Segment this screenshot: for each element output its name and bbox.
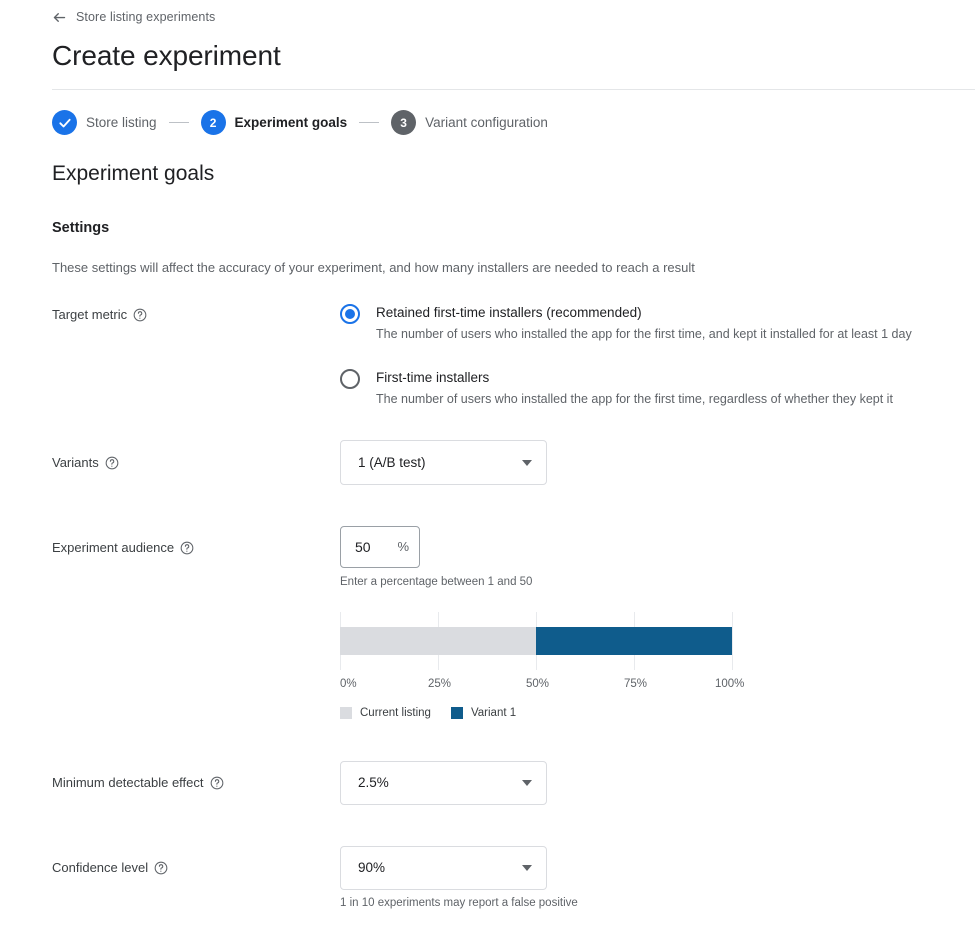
confidence-level-helper: 1 in 10 experiments may report a false p… — [340, 897, 578, 909]
legend-swatch-current-listing — [340, 707, 352, 719]
audience-split-chart — [340, 612, 733, 670]
legend-item-variant-1: Variant 1 — [450, 705, 517, 721]
radio-mark-selected[interactable] — [340, 304, 360, 324]
chart-x-axis: 0% 25% 50% 75% 100% — [340, 676, 744, 692]
chevron-down-icon — [522, 459, 532, 466]
check-icon — [58, 118, 71, 127]
radio-option-retained-first-time-installers[interactable]: Retained first-time installers (recommen… — [340, 303, 912, 343]
x-tick-25: 25% — [428, 678, 452, 690]
x-tick-75: 75% — [624, 678, 648, 690]
radio-option-2-title: First-time installers — [376, 370, 490, 385]
minimum-detectable-effect-label: Minimum detectable effect — [52, 774, 224, 792]
breadcrumb[interactable]: Store listing experiments — [52, 9, 215, 25]
step-connector-2 — [359, 122, 380, 123]
step-1-badge — [52, 110, 77, 135]
stepper: Store listing 2 Experiment goals 3 Varia… — [52, 110, 548, 135]
help-icon[interactable] — [180, 541, 194, 555]
step-experiment-goals[interactable]: 2 Experiment goals — [200, 110, 348, 135]
confidence-level-value: 90% — [358, 860, 386, 875]
experiment-audience-label: Experiment audience — [52, 539, 194, 557]
chevron-down-icon — [522, 865, 532, 871]
step-connector-1 — [168, 122, 189, 123]
page-title: Create experiment — [52, 40, 281, 71]
experiment-audience-value: 50 — [355, 539, 371, 555]
minimum-detectable-effect-select[interactable]: 2.5% — [340, 761, 547, 805]
x-tick-100: 100% — [715, 678, 745, 690]
help-icon[interactable] — [154, 861, 168, 875]
help-icon[interactable] — [105, 456, 119, 470]
variants-label-text: Variants — [52, 455, 99, 470]
settings-description: These settings will affect the accuracy … — [52, 260, 695, 275]
minimum-detectable-effect-value: 2.5% — [358, 775, 389, 790]
step-variant-configuration[interactable]: 3 Variant configuration — [391, 110, 548, 135]
help-icon[interactable] — [210, 776, 224, 790]
bar-segment-current-listing — [340, 627, 536, 655]
minimum-detectable-effect-label-text: Minimum detectable effect — [52, 775, 204, 790]
variants-select-value: 1 (A/B test) — [358, 454, 426, 470]
settings-heading: Settings — [52, 220, 110, 236]
legend-swatch-variant-1 — [450, 707, 463, 719]
confidence-level-label: Confidence level — [52, 859, 168, 877]
radio-mark-unselected[interactable] — [340, 369, 360, 389]
radio-option-1-description: The number of users who installed the ap… — [376, 327, 912, 341]
breadcrumb-label: Store listing experiments — [76, 10, 216, 24]
chevron-down-icon — [522, 780, 532, 786]
legend-label-current-listing: Current listing — [360, 707, 431, 719]
step-1-label: Store listing — [86, 114, 157, 130]
bar-segment-variant-1 — [536, 627, 732, 655]
target-metric-label: Target metric — [52, 306, 147, 324]
step-3-label: Variant configuration — [425, 114, 548, 130]
step-2-label: Experiment goals — [234, 114, 348, 130]
header-divider — [52, 89, 975, 90]
radio-option-first-time-installers[interactable]: First-time installers The number of user… — [340, 368, 912, 408]
legend-label-variant-1: Variant 1 — [470, 707, 517, 719]
experiment-audience-input[interactable]: 50 % — [340, 526, 420, 568]
stacked-bar — [340, 627, 732, 655]
section-title: Experiment goals — [52, 162, 215, 185]
experiment-audience-label-text: Experiment audience — [52, 540, 175, 555]
step-3-badge: 3 — [391, 110, 417, 135]
chart-legend: Current listing Variant 1 — [340, 705, 516, 721]
radio-option-1-title: Retained first-time installers (recommen… — [376, 305, 642, 320]
target-metric-radio-group: Retained first-time installers (recommen… — [340, 303, 912, 408]
back-arrow-icon — [53, 12, 66, 22]
step-store-listing[interactable]: Store listing — [52, 110, 157, 135]
variants-select[interactable]: 1 (A/B test) — [340, 440, 547, 485]
experiment-audience-helper: Enter a percentage between 1 and 50 — [340, 576, 533, 588]
legend-item-current-listing: Current listing — [340, 705, 431, 721]
help-icon[interactable] — [133, 308, 147, 322]
confidence-level-label-text: Confidence level — [52, 860, 149, 875]
confidence-level-select[interactable]: 90% — [340, 846, 547, 890]
variants-label: Variants — [52, 454, 119, 472]
gridline-100 — [732, 612, 733, 670]
target-metric-label-text: Target metric — [52, 307, 128, 322]
x-tick-0: 0% — [340, 678, 357, 690]
x-tick-50: 50% — [526, 678, 550, 690]
radio-option-2-description: The number of users who installed the ap… — [376, 392, 893, 406]
percent-suffix: % — [397, 539, 409, 554]
step-2-badge: 2 — [200, 110, 226, 135]
